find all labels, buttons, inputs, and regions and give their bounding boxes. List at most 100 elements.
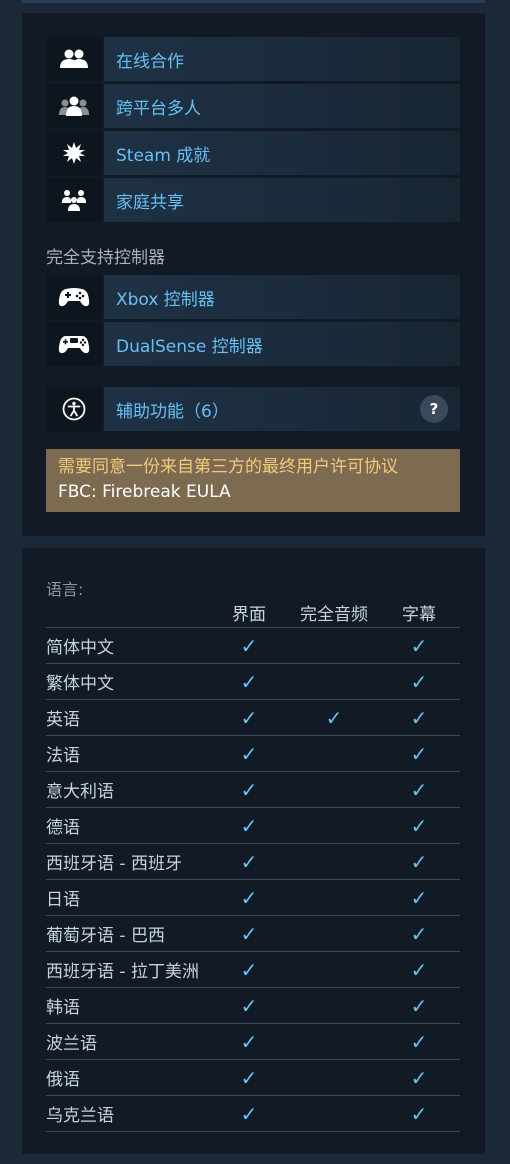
interface-check-cell: ✓: [222, 850, 276, 874]
feature-label: DualSense 控制器: [104, 322, 460, 366]
checkmark-icon: ✓: [240, 669, 258, 694]
interface-check-cell: ✓: [222, 742, 276, 766]
feature-family-sharing[interactable]: 家庭共享: [46, 178, 460, 222]
language-name: 英语: [46, 710, 80, 730]
table-row: 俄语 ✓ ✓: [46, 1060, 460, 1096]
language-name: 法语: [46, 746, 80, 766]
checkmark-icon: ✓: [410, 705, 428, 730]
languages-panel: 语言: 界面 完全音频 字幕 简体中文 ✓ ✓ 繁体中文 ✓ ✓ 英语 ✓ ✓ ✓ 法语 ✓ ✓ 意大利语…: [22, 548, 485, 1154]
interface-check-cell: ✓: [222, 1102, 276, 1126]
interface-check-cell: ✓: [222, 958, 276, 982]
feature-achievements[interactable]: Steam 成就: [46, 131, 460, 175]
eula-link[interactable]: FBC: Firebreak EULA: [58, 480, 448, 505]
checkmark-icon: ✓: [240, 1065, 258, 1090]
interface-check-cell: ✓: [222, 994, 276, 1018]
accessibility-icon: [46, 387, 102, 431]
subtitles-check-cell: ✓: [392, 814, 446, 838]
checkmark-icon: ✓: [240, 885, 258, 910]
feature-crossplay[interactable]: 跨平台多人: [46, 84, 460, 128]
checkmark-icon: ✓: [240, 921, 258, 946]
subtitles-check-cell: ✓: [392, 670, 446, 694]
checkmark-icon: ✓: [240, 1029, 258, 1054]
checkmark-icon: ✓: [240, 993, 258, 1018]
language-name: 乌克兰语: [46, 1106, 114, 1126]
checkmark-icon: ✓: [410, 813, 428, 838]
features-panel: 在线合作 跨平台多人 Steam 成就 家庭共享 完全支持控制器 Xbox 控制…: [22, 13, 485, 536]
checkmark-icon: ✓: [240, 705, 258, 730]
language-table-header: 界面 完全音频 字幕: [46, 602, 460, 628]
feature-label: Steam 成就: [104, 131, 460, 175]
language-name: 简体中文: [46, 638, 114, 658]
multi-users-icon: [46, 84, 102, 128]
table-row: 英语 ✓ ✓ ✓: [46, 700, 460, 736]
table-row: 乌克兰语 ✓ ✓: [46, 1096, 460, 1132]
language-name: 意大利语: [46, 782, 114, 802]
checkmark-icon: ✓: [410, 993, 428, 1018]
accessibility-label: 辅助功能（6）: [116, 401, 229, 422]
interface-check-cell: ✓: [222, 922, 276, 946]
table-row: 意大利语 ✓ ✓: [46, 772, 460, 808]
language-name: 俄语: [46, 1070, 80, 1090]
checkmark-icon: ✓: [240, 633, 258, 658]
interface-check-cell: ✓: [222, 706, 276, 730]
language-name: 韩语: [46, 998, 80, 1018]
controller-xbox[interactable]: Xbox 控制器: [46, 275, 460, 319]
feature-label: 在线合作: [104, 37, 460, 81]
gamepad-icon: [46, 275, 102, 319]
family-icon: [46, 178, 102, 222]
interface-check-cell: ✓: [222, 778, 276, 802]
accessibility-features[interactable]: 辅助功能（6） ?: [46, 387, 460, 431]
checkmark-icon: ✓: [410, 885, 428, 910]
interface-check-cell: ✓: [222, 886, 276, 910]
feature-label: 家庭共享: [104, 178, 460, 222]
achievement-icon: [46, 131, 102, 175]
table-row: 韩语 ✓ ✓: [46, 988, 460, 1024]
language-name: 葡萄牙语 - 巴西: [46, 926, 165, 946]
table-row: 葡萄牙语 - 巴西 ✓ ✓: [46, 916, 460, 952]
table-row: 德语 ✓ ✓: [46, 808, 460, 844]
checkmark-icon: ✓: [240, 741, 258, 766]
users-icon: [46, 37, 102, 81]
column-full-audio: 完全音频: [300, 605, 368, 625]
checkmark-icon: ✓: [410, 741, 428, 766]
language-name: 波兰语: [46, 1034, 97, 1054]
column-subtitles: 字幕: [402, 605, 436, 625]
top-divider: [22, 0, 485, 3]
table-row: 简体中文 ✓ ✓: [46, 628, 460, 664]
interface-check-cell: ✓: [222, 670, 276, 694]
subtitles-check-cell: ✓: [392, 1102, 446, 1126]
subtitles-check-cell: ✓: [392, 1066, 446, 1090]
subtitles-check-cell: ✓: [392, 850, 446, 874]
eula-notice: 需要同意一份来自第三方的最终用户许可协议 FBC: Firebreak EULA: [46, 449, 460, 512]
table-row: 日语 ✓ ✓: [46, 880, 460, 916]
feature-label: Xbox 控制器: [104, 275, 460, 319]
checkmark-icon: ✓: [410, 1101, 428, 1126]
checkmark-icon: ✓: [410, 633, 428, 658]
checkmark-icon: ✓: [240, 957, 258, 982]
interface-check-cell: ✓: [222, 814, 276, 838]
checkmark-icon: ✓: [410, 849, 428, 874]
language-name: 日语: [46, 890, 80, 910]
subtitles-check-cell: ✓: [392, 886, 446, 910]
checkmark-icon: ✓: [240, 777, 258, 802]
table-row: 繁体中文 ✓ ✓: [46, 664, 460, 700]
language-name: 德语: [46, 818, 80, 838]
eula-title: 需要同意一份来自第三方的最终用户许可协议: [58, 457, 398, 477]
interface-check-cell: ✓: [222, 1066, 276, 1090]
table-row: 法语 ✓ ✓: [46, 736, 460, 772]
feature-online-coop[interactable]: 在线合作: [46, 37, 460, 81]
subtitles-check-cell: ✓: [392, 706, 446, 730]
checkmark-icon: ✓: [240, 1101, 258, 1126]
language-rows: 简体中文 ✓ ✓ 繁体中文 ✓ ✓ 英语 ✓ ✓ ✓ 法语 ✓ ✓ 意大利语 ✓ ✓ 德语 ✓ ✓ 西班牙语 - 西班…: [46, 628, 460, 1132]
subtitles-check-cell: ✓: [392, 922, 446, 946]
help-button[interactable]: ?: [420, 395, 448, 423]
table-row: 西班牙语 - 西班牙 ✓ ✓: [46, 844, 460, 880]
subtitles-check-cell: ✓: [392, 778, 446, 802]
controller-dualsense[interactable]: DualSense 控制器: [46, 322, 460, 366]
table-row: 西班牙语 - 拉丁美洲 ✓ ✓: [46, 952, 460, 988]
checkmark-icon: ✓: [410, 1029, 428, 1054]
table-row: 波兰语 ✓ ✓: [46, 1024, 460, 1060]
languages-heading: 语言:: [46, 580, 84, 599]
checkmark-icon: ✓: [325, 705, 343, 730]
interface-check-cell: ✓: [222, 634, 276, 658]
